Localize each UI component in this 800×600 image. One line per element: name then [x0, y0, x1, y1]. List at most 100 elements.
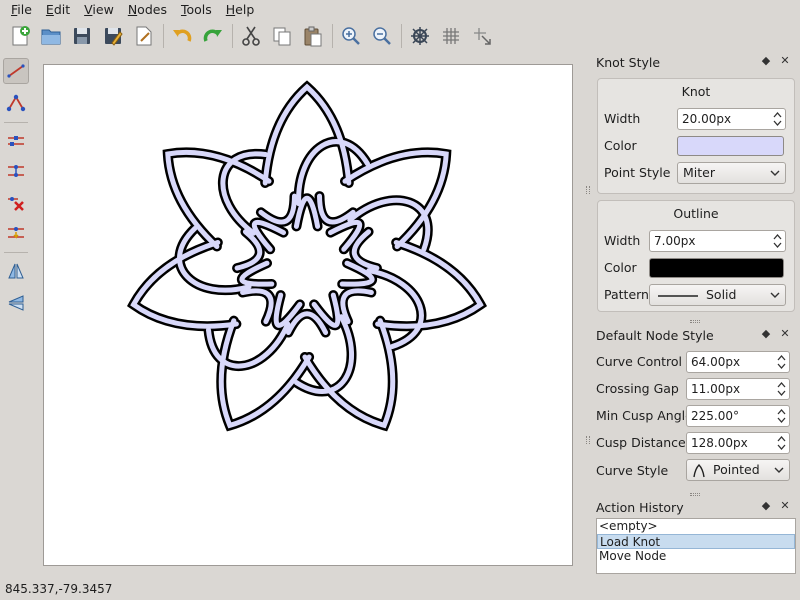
- save-button[interactable]: [68, 22, 96, 50]
- save-as-button[interactable]: [99, 22, 127, 50]
- grid-button[interactable]: [437, 22, 465, 50]
- zoom-in-icon: [342, 27, 360, 45]
- close-dock-icon[interactable]: ✕: [778, 54, 792, 68]
- dock-splitter[interactable]: [690, 493, 700, 496]
- pattern-combo[interactable]: Solid: [649, 284, 786, 306]
- min-cusp-angle-spinbox[interactable]: 225.00°: [686, 405, 790, 427]
- menu-bar: File Edit View Nodes Tools Help: [0, 0, 800, 20]
- group-title: Outline: [673, 206, 719, 221]
- float-dock-icon[interactable]: ◆: [759, 54, 773, 68]
- float-dock-icon[interactable]: ◆: [759, 499, 773, 513]
- spin-arrows-icon: [773, 112, 782, 126]
- knot-strand: [375, 240, 484, 329]
- dock-splitter[interactable]: [690, 320, 700, 323]
- tool-column: [0, 54, 32, 574]
- menu-file[interactable]: File: [4, 0, 39, 20]
- history-list[interactable]: <empty> Load Knot Move Node: [596, 518, 796, 574]
- knot-icon: [411, 27, 429, 45]
- field-label: Width: [604, 233, 641, 248]
- menu-help[interactable]: Help: [219, 0, 262, 20]
- history-item-selected[interactable]: Load Knot: [597, 534, 795, 549]
- outline-group: Outline Width 7.00px Color Pattern Solid: [597, 200, 795, 312]
- flip-vertical-button[interactable]: [3, 290, 29, 316]
- history-item[interactable]: Move Node: [597, 549, 795, 564]
- splitter-handle[interactable]: [586, 186, 590, 194]
- move-grid-button[interactable]: [468, 22, 496, 50]
- knot-group: Knot Width 20.00px Color Point Style Mit…: [597, 78, 795, 194]
- knot-strand: [218, 318, 312, 429]
- zoom-out-icon: [373, 27, 391, 45]
- field-label: Min Cusp Angle: [596, 408, 693, 423]
- knot-canvas[interactable]: [43, 64, 573, 566]
- field-label: Curve Control: [596, 354, 683, 369]
- knot-width-spinbox[interactable]: 20.00px: [677, 108, 786, 130]
- export-icon: [136, 26, 152, 46]
- knot-color-button[interactable]: [677, 136, 784, 156]
- dock-title: Knot Style ◆ ✕: [592, 52, 797, 72]
- toolbar-separator: [332, 24, 333, 48]
- merge-nodes-button[interactable]: [3, 220, 29, 246]
- menu-view[interactable]: View: [77, 0, 121, 20]
- redo-button[interactable]: [199, 22, 227, 50]
- new-file-button[interactable]: [6, 22, 34, 50]
- float-dock-icon[interactable]: ◆: [759, 327, 773, 341]
- paste-button[interactable]: [299, 22, 327, 50]
- outline-width-spinbox[interactable]: 7.00px: [649, 230, 786, 252]
- action-history-panel: Action History ◆ ✕: [592, 497, 797, 519]
- field-label: Width: [604, 111, 641, 126]
- delete-node-button[interactable]: [3, 190, 29, 216]
- group-title: Knot: [681, 84, 711, 99]
- status-coordinates: 845.337,-79.3457: [5, 582, 113, 596]
- menu-tools[interactable]: Tools: [174, 0, 219, 20]
- field-label: Color: [604, 260, 637, 275]
- cusp-distance-spinbox[interactable]: 128.00px: [686, 432, 790, 454]
- spin-arrows-icon: [777, 355, 786, 369]
- crossing-gap-spinbox[interactable]: 11.00px: [686, 378, 790, 400]
- knot-strand: [366, 268, 424, 349]
- field-label: Crossing Gap: [596, 381, 679, 396]
- cut-button[interactable]: [237, 22, 265, 50]
- splitter-handle[interactable]: [586, 436, 590, 444]
- copy-icon: [273, 27, 291, 46]
- zoom-out-button[interactable]: [368, 22, 396, 50]
- redo-icon: [203, 29, 222, 42]
- point-style-combo[interactable]: Miter: [677, 162, 786, 184]
- paste-icon: [304, 26, 322, 47]
- insert-node-icon: [8, 136, 24, 146]
- copy-button[interactable]: [268, 22, 296, 50]
- undo-button[interactable]: [168, 22, 196, 50]
- grid-icon: [443, 28, 459, 44]
- chevron-down-icon: [774, 467, 784, 473]
- menu-edit[interactable]: Edit: [39, 0, 77, 20]
- export-button[interactable]: [130, 22, 158, 50]
- history-item[interactable]: <empty>: [597, 519, 795, 534]
- save-as-icon: [105, 28, 123, 46]
- tool-separator: [4, 252, 28, 253]
- close-dock-icon[interactable]: ✕: [778, 499, 792, 513]
- insert-node-button[interactable]: [3, 128, 29, 154]
- spin-arrows-icon: [777, 382, 786, 396]
- zoom-in-button[interactable]: [337, 22, 365, 50]
- edge-tool-button[interactable]: [3, 58, 29, 84]
- main-toolbar: [0, 20, 590, 52]
- move-grid-icon: [474, 28, 491, 45]
- outline-color-button[interactable]: [649, 258, 784, 278]
- flip-horizontal-button[interactable]: [3, 258, 29, 284]
- curve-style-combo[interactable]: Pointed: [686, 459, 790, 481]
- knot-display-button[interactable]: [406, 22, 434, 50]
- node-chain-tool-button[interactable]: [3, 90, 29, 116]
- solid-line-icon: [658, 294, 698, 297]
- delete-node-icon: [8, 197, 24, 211]
- link-nodes-button[interactable]: [3, 158, 29, 184]
- close-dock-icon[interactable]: ✕: [778, 327, 792, 341]
- save-icon: [74, 28, 90, 44]
- field-label: Curve Style: [596, 463, 669, 478]
- edge-tool-icon: [7, 64, 25, 78]
- dock-title: Action History ◆ ✕: [592, 497, 797, 517]
- curve-control-spinbox[interactable]: 64.00px: [686, 351, 790, 373]
- open-file-button[interactable]: [37, 22, 65, 50]
- flip-vertical-icon: [8, 295, 24, 311]
- field-label: Cusp Distance: [596, 435, 686, 450]
- knot-drawing[interactable]: [44, 65, 572, 565]
- menu-nodes[interactable]: Nodes: [121, 0, 174, 20]
